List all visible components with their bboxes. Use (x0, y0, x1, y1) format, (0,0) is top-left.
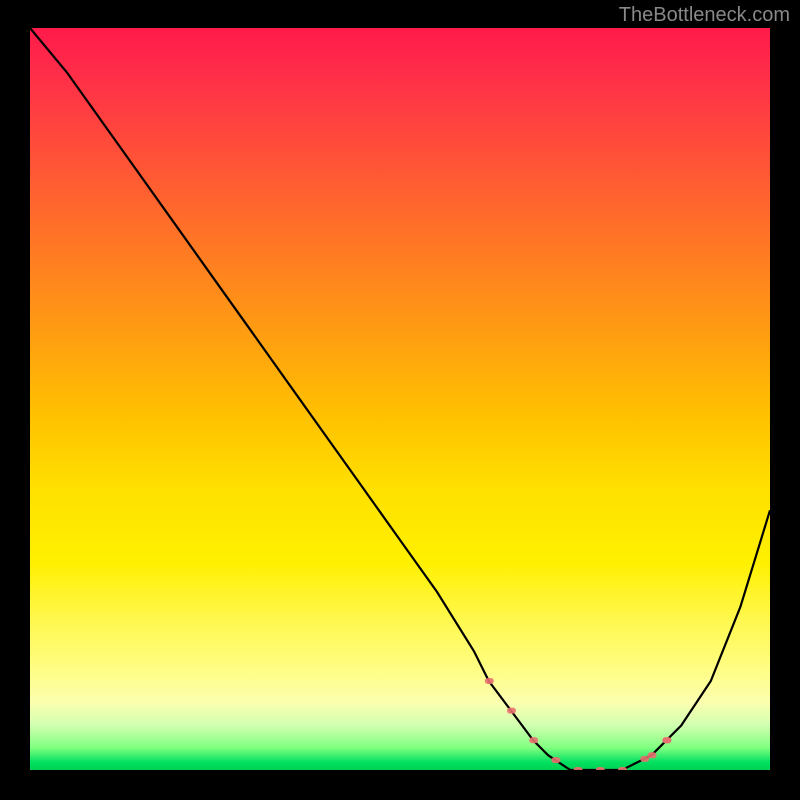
chart-plot-area (30, 28, 770, 770)
bottleneck-curve (30, 28, 770, 770)
attribution-text: TheBottleneck.com (619, 4, 790, 27)
